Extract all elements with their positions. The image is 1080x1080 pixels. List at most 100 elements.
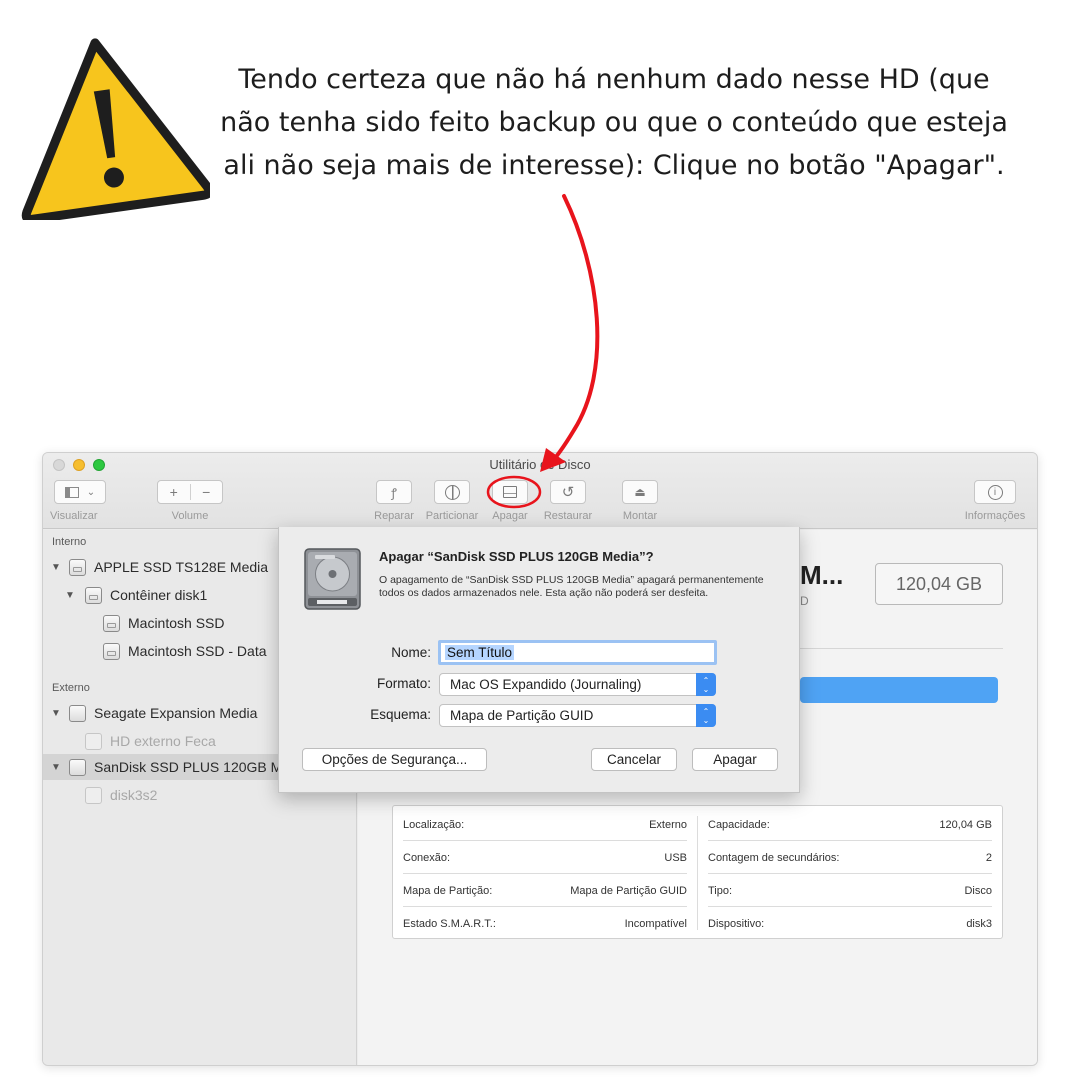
info-key: Contagem de secundários: <box>708 851 840 864</box>
chevron-down-icon: ⌄ <box>86 486 96 498</box>
stethoscope-icon: ꝭ <box>391 485 397 500</box>
sidebar-header-external: Externo <box>52 682 90 694</box>
info-row-child-count: Contagem de secundários: 2 <box>708 841 992 874</box>
restore-button[interactable]: ↺ <box>550 480 586 504</box>
mount-button[interactable]: ⏏ <box>622 480 658 504</box>
first-aid-label: Reparar <box>374 510 414 522</box>
info-key: Localização: <box>403 818 465 831</box>
external-disk-icon <box>69 758 86 776</box>
dialog-title: Apagar “SanDisk SSD PLUS 120GB Media”? <box>379 549 654 564</box>
volume-add-remove-control[interactable]: + − <box>157 480 223 504</box>
scheme-select-value: Mapa de Partição GUID <box>450 708 594 723</box>
scheme-label: Esquema: <box>370 707 431 722</box>
container-disk-icon <box>85 586 102 604</box>
sidebar-item-label: Seagate Expansion Media <box>94 705 258 721</box>
partition-label: Particionar <box>425 510 479 522</box>
instruction-text: Tendo certeza que não há nenhum dado nes… <box>196 58 1032 187</box>
partition-pie-icon <box>444 484 460 500</box>
info-value: Disco <box>964 884 992 897</box>
volume-disk-icon <box>85 786 102 804</box>
info-key: Estado S.M.A.R.T.: <box>403 917 496 930</box>
disclosure-triangle-icon[interactable]: ▼ <box>49 708 63 719</box>
name-label: Nome: <box>391 645 431 660</box>
security-options-button[interactable]: Opções de Segurança... <box>302 748 487 771</box>
info-row-connection: Conexão: USB <box>403 841 687 874</box>
view-label: Visualizar <box>50 510 98 522</box>
hard-drive-icon <box>304 548 361 610</box>
erase-label: Apagar <box>492 510 528 522</box>
info-row-type: Tipo: Disco <box>708 874 992 907</box>
format-select[interactable]: Mac OS Expandido (Journaling) ⌃ ⌄ <box>439 673 716 696</box>
info-key: Tipo: <box>708 884 733 897</box>
info-value: Externo <box>649 818 687 831</box>
info-value: 120,04 GB <box>939 818 992 831</box>
disclosure-triangle-icon[interactable]: ▼ <box>49 762 63 773</box>
scheme-select[interactable]: Mapa de Partição GUID ⌃ ⌄ <box>439 704 716 727</box>
sidebar-item-label: Macintosh SSD <box>128 615 225 631</box>
minus-icon[interactable]: − <box>191 484 223 500</box>
mount-icon: ⏏ <box>634 485 646 499</box>
info-label: Informações <box>964 510 1026 522</box>
erase-button[interactable] <box>492 480 528 504</box>
info-value: Mapa de Partição GUID <box>570 884 687 897</box>
updown-chevron-icon: ⌃ ⌄ <box>696 704 716 727</box>
mount-label: Montar <box>622 510 658 522</box>
info-icon: i <box>987 484 1003 500</box>
sidebar-item-label: APPLE SSD TS128E Media <box>94 559 269 575</box>
info-key: Mapa de Partição: <box>403 884 493 897</box>
info-row-partition-map: Mapa de Partição: Mapa de Partição GUID <box>403 874 687 907</box>
partition-button[interactable] <box>434 480 470 504</box>
arrow-shaft <box>546 194 600 468</box>
external-disk-icon <box>69 704 86 722</box>
info-value: 2 <box>985 851 992 864</box>
restore-icon: ↺ <box>561 484 575 501</box>
sidebar-item-label: SanDisk SSD PLUS 120GB M <box>94 759 283 775</box>
format-select-value: Mac OS Expandido (Journaling) <box>450 677 642 692</box>
first-aid-button[interactable]: ꝭ <box>376 480 412 504</box>
usage-bar <box>800 677 998 703</box>
volume-disk-icon <box>85 732 102 750</box>
capacity-badge: 120,04 GB <box>875 563 1003 605</box>
sidebar-item-label: HD externo Feca <box>110 733 216 749</box>
format-label: Formato: <box>376 676 431 691</box>
sidebar-item-label: disk3s2 <box>110 787 158 803</box>
instruction-line: não tenha sido feito backup ou que o con… <box>220 107 1008 138</box>
info-row-device: Dispositivo: disk3 <box>708 907 992 940</box>
erase-dialog: Apagar “SanDisk SSD PLUS 120GB Media”? O… <box>278 527 800 793</box>
info-row-capacity: Capacidade: 120,04 GB <box>708 808 992 841</box>
sidebar-header-internal: Interno <box>52 536 87 548</box>
view-button[interactable]: ⌄ <box>54 480 106 504</box>
disclosure-triangle-icon[interactable]: ▼ <box>63 590 77 601</box>
restore-label: Restaurar <box>543 510 593 522</box>
info-key: Conexão: <box>403 851 451 864</box>
sidebar-item-label: Macintosh SSD - Data <box>128 643 267 659</box>
dialog-message: O apagamento de “SanDisk SSD PLUS 120GB … <box>379 574 764 599</box>
window-title: Utilitário de Disco <box>489 457 591 472</box>
device-name: M... <box>800 560 844 590</box>
plus-icon[interactable]: + <box>158 484 191 500</box>
volume-disk-icon <box>103 642 120 660</box>
erase-confirm-button[interactable]: Apagar <box>692 748 778 771</box>
name-input[interactable]: Sem Título <box>438 640 717 665</box>
erase-icon <box>503 486 517 498</box>
instruction-line: ali não seja mais de interesse): Clique … <box>223 150 1005 181</box>
updown-chevron-icon: ⌃ ⌄ <box>696 673 716 696</box>
divider <box>697 816 698 930</box>
info-row-location: Localização: Externo <box>403 808 687 841</box>
device-subtitle: D <box>800 594 809 608</box>
volume-disk-icon <box>103 614 120 632</box>
sidebar-view-icon <box>64 486 79 498</box>
cancel-button[interactable]: Cancelar <box>591 748 677 771</box>
info-value: Incompatível <box>624 917 687 930</box>
disclosure-triangle-icon[interactable]: ▼ <box>49 562 63 573</box>
name-input-value: Sem Título <box>445 645 515 660</box>
info-key: Capacidade: <box>708 818 770 831</box>
divider <box>800 648 1003 649</box>
toolbar: Utilitário de Disco ⌄ Visualizar + − Vol… <box>43 453 1037 529</box>
info-button[interactable]: i <box>974 480 1016 504</box>
sidebar-item-label: Contêiner disk1 <box>110 587 208 603</box>
info-value: disk3 <box>966 917 992 930</box>
internal-disk-icon <box>69 558 86 576</box>
info-row-smart: Estado S.M.A.R.T.: Incompatível <box>403 907 687 940</box>
info-key: Dispositivo: <box>708 917 765 930</box>
